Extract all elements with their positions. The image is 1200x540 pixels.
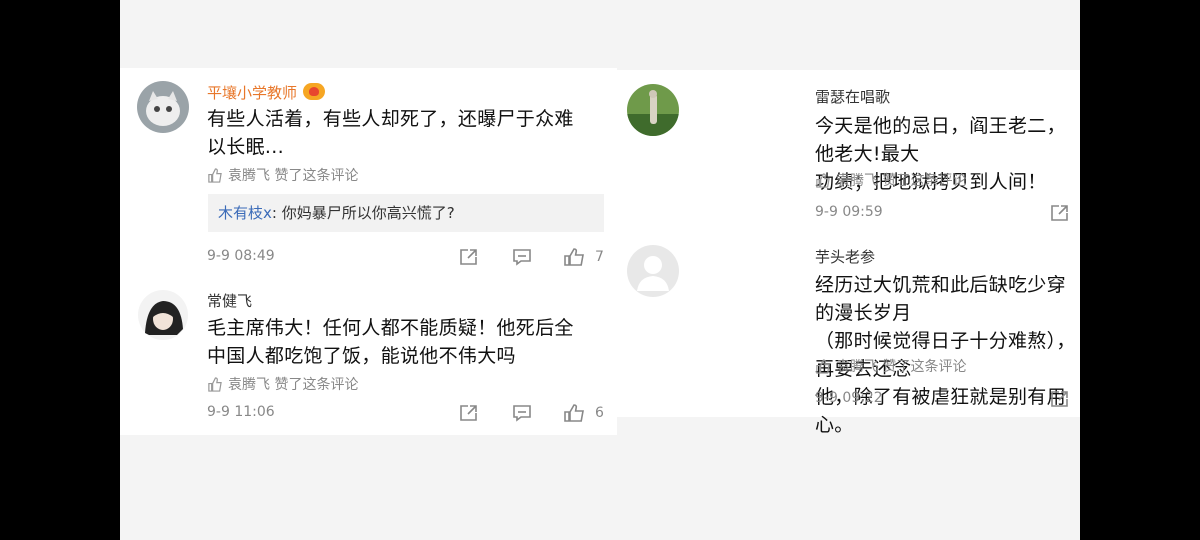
vip-badge-icon [303,83,326,100]
timestamp: 9-9 09:22 [815,390,883,406]
comment-text-line: 中国人都吃饱了饭，能说他不伟大吗 [207,345,516,367]
liked-by-note: 袁腾飞 赞了这条评论 [815,170,966,190]
comment-meta-row: 9-9 11:06 6 [207,404,607,424]
share-icon[interactable] [459,404,479,422]
timestamp: 9-9 11:06 [207,404,275,420]
comment-meta-row: 9-9 09:22 2 [815,390,1080,410]
avatar[interactable] [627,84,679,136]
reply-text: 你妈暴尸所以你高兴慌了? [281,204,455,222]
comment-icon[interactable] [512,404,532,422]
reply-separator: : [271,204,282,222]
comment-icon[interactable] [512,248,532,266]
thumbs-up-icon[interactable] [564,248,584,266]
share-icon[interactable] [459,248,479,266]
liked-by-text: 袁腾飞 赞了这条评论 [228,168,359,184]
comment-text-line: 毛主席伟大！任何人都不能质疑！他死后全 [207,317,574,339]
comment-text: 毛主席伟大！任何人都不能质疑！他死后全 中国人都吃饱了饭，能说他不伟大吗 [207,314,574,370]
liked-by-note: 袁腾飞 赞了这条评论 [207,165,358,185]
comment-item: 芋头老参 经历过大饥荒和此后缺吃少穿的漫长岁月 （那时候觉得日子十分难熬），再要… [610,234,1080,436]
avatar[interactable] [137,289,189,341]
comment-text: 经历过大饥荒和此后缺吃少穿的漫长岁月 （那时候觉得日子十分难熬），再要去还念 他… [815,271,1080,439]
like-count: 7 [595,249,604,265]
comment-item: 常健飞 毛主席伟大！任何人都不能质疑！他死后全 中国人都吃饱了饭，能说他不伟大吗… [120,280,617,435]
like-count: 6 [595,405,604,421]
liked-by-text: 袁腾飞 赞了这条评论 [836,359,967,375]
timestamp: 9-9 08:49 [207,248,275,264]
username[interactable]: 雷瑟在唱歌 [815,86,890,107]
liked-by-note: 袁腾飞 赞了这条评论 [207,374,358,394]
avatar[interactable] [627,245,679,297]
share-icon[interactable] [1050,204,1070,222]
username-label: 平壤小学教师 [207,84,298,102]
comment-panel-left: 平壤小学教师 有些人活着，有些人却死了，还曝尸于众难 以长眠... 袁腾飞 赞了… [120,68,617,435]
comment-text: 有些人活着，有些人却死了，还曝尸于众难 以长眠... [207,105,574,161]
thumbs-up-icon [816,358,830,374]
thumbs-up-icon [208,376,222,392]
timestamp: 9-9 09:59 [815,204,883,220]
thumbs-up-icon[interactable] [564,404,584,422]
liked-by-text: 袁腾飞 赞了这条评论 [228,377,359,393]
liked-by-note: 袁腾飞 赞了这条评论 [815,356,966,376]
comment-panel-right: 雷瑟在唱歌 今天是他的忌日，阎王老二，他老大!最大 功绩；把地狱拷贝到人间！ 袁… [610,70,1080,436]
reply-box[interactable]: 木有枝x: 你妈暴尸所以你高兴慌了? [208,194,604,232]
avatar[interactable] [137,81,189,133]
screenshot-canvas: 平壤小学教师 有些人活着，有些人却死了，还曝尸于众难 以长眠... 袁腾飞 赞了… [120,0,1080,540]
comment-text-line: 以长眠... [207,136,284,158]
comment-item: 平壤小学教师 有些人活着，有些人却死了，还曝尸于众难 以长眠... 袁腾飞 赞了… [120,68,617,278]
username[interactable]: 平壤小学教师 [207,82,326,103]
username[interactable]: 常健飞 [207,290,252,311]
thumbs-up-icon [816,172,830,188]
username[interactable]: 芋头老参 [815,246,875,267]
username-label: 雷瑟在唱歌 [815,88,891,106]
liked-by-text: 袁腾飞 赞了这条评论 [836,173,967,189]
comment-text-line: 有些人活着，有些人却死了，还曝尸于众难 [207,108,574,130]
username-label: 常健飞 [207,292,253,310]
comment-meta-row: 9-9 08:49 7 [207,248,607,268]
share-icon[interactable] [1050,390,1070,408]
comment-text-line: 经历过大饥荒和此后缺吃少穿的漫长岁月 [815,274,1066,324]
comment-item: 雷瑟在唱歌 今天是他的忌日，阎王老二，他老大!最大 功绩；把地狱拷贝到人间！ 袁… [610,70,1080,230]
username-label: 芋头老参 [815,248,876,266]
thumbs-up-icon [208,167,222,183]
reply-author[interactable]: 木有枝x [218,204,272,222]
comment-text-line: 今天是他的忌日，阎王老二，他老大!最大 [815,115,1066,165]
comment-meta-row: 9-9 09:59 1 [815,204,1080,224]
